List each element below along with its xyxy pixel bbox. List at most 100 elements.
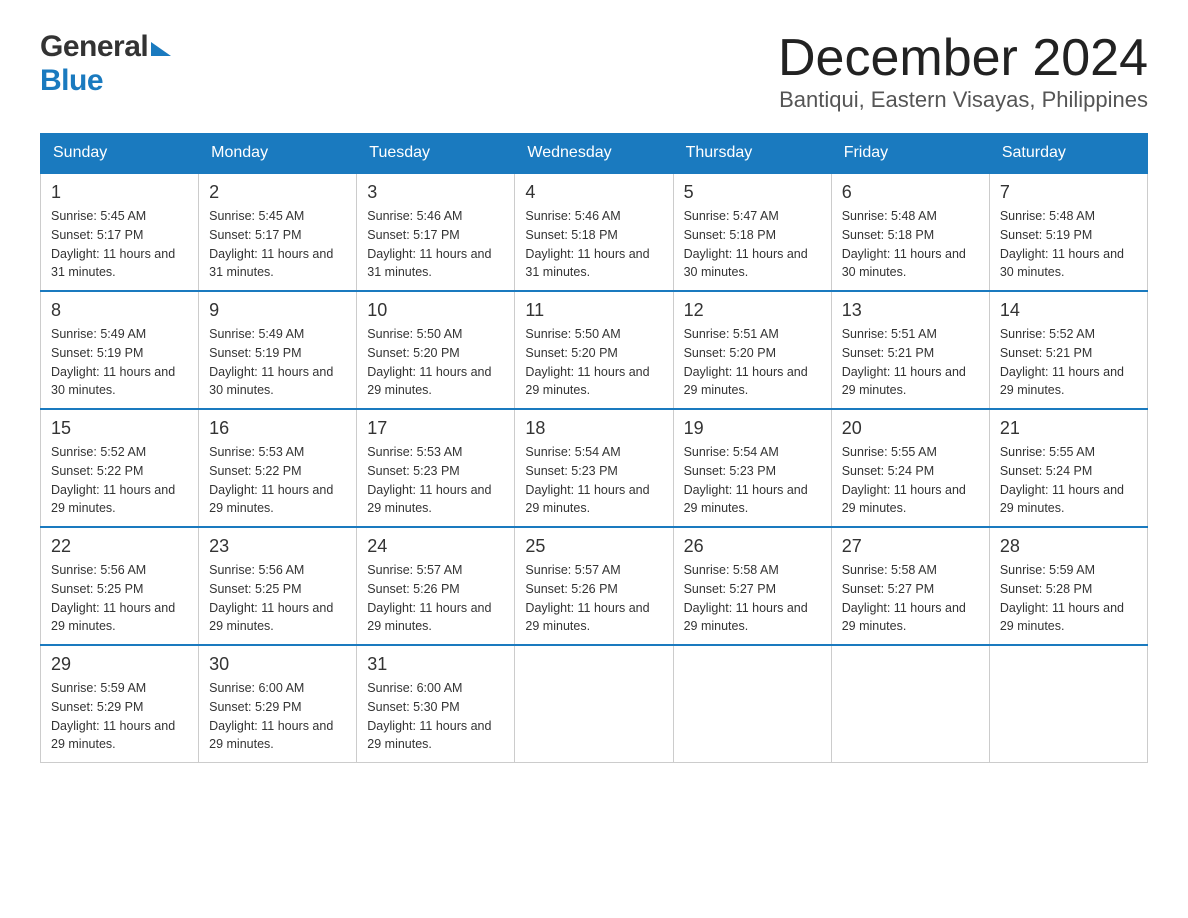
calendar-week-row: 8 Sunrise: 5:49 AM Sunset: 5:19 PM Dayli…: [41, 291, 1148, 409]
day-info: Sunrise: 5:57 AM Sunset: 5:26 PM Dayligh…: [367, 561, 504, 636]
day-number: 27: [842, 536, 979, 557]
day-number: 16: [209, 418, 346, 439]
day-info: Sunrise: 5:57 AM Sunset: 5:26 PM Dayligh…: [525, 561, 662, 636]
calendar-cell: 23 Sunrise: 5:56 AM Sunset: 5:25 PM Dayl…: [199, 527, 357, 645]
day-number: 20: [842, 418, 979, 439]
day-number: 9: [209, 300, 346, 321]
calendar-header-wednesday: Wednesday: [515, 134, 673, 174]
page-header: General Blue December 2024 Bantiqui, Eas…: [40, 30, 1148, 113]
calendar-header-monday: Monday: [199, 134, 357, 174]
calendar-cell: 13 Sunrise: 5:51 AM Sunset: 5:21 PM Dayl…: [831, 291, 989, 409]
day-number: 18: [525, 418, 662, 439]
calendar-cell: 24 Sunrise: 5:57 AM Sunset: 5:26 PM Dayl…: [357, 527, 515, 645]
calendar-cell: 20 Sunrise: 5:55 AM Sunset: 5:24 PM Dayl…: [831, 409, 989, 527]
day-info: Sunrise: 5:54 AM Sunset: 5:23 PM Dayligh…: [525, 443, 662, 518]
day-number: 10: [367, 300, 504, 321]
day-info: Sunrise: 5:54 AM Sunset: 5:23 PM Dayligh…: [684, 443, 821, 518]
day-info: Sunrise: 5:51 AM Sunset: 5:21 PM Dayligh…: [842, 325, 979, 400]
calendar-cell: 22 Sunrise: 5:56 AM Sunset: 5:25 PM Dayl…: [41, 527, 199, 645]
calendar-cell: 17 Sunrise: 5:53 AM Sunset: 5:23 PM Dayl…: [357, 409, 515, 527]
day-number: 14: [1000, 300, 1137, 321]
day-number: 23: [209, 536, 346, 557]
day-info: Sunrise: 5:59 AM Sunset: 5:28 PM Dayligh…: [1000, 561, 1137, 636]
calendar-subtitle: Bantiqui, Eastern Visayas, Philippines: [778, 87, 1148, 113]
day-info: Sunrise: 5:52 AM Sunset: 5:22 PM Dayligh…: [51, 443, 188, 518]
calendar-cell: 14 Sunrise: 5:52 AM Sunset: 5:21 PM Dayl…: [989, 291, 1147, 409]
day-number: 2: [209, 182, 346, 203]
calendar-cell: 29 Sunrise: 5:59 AM Sunset: 5:29 PM Dayl…: [41, 645, 199, 763]
calendar-cell: 31 Sunrise: 6:00 AM Sunset: 5:30 PM Dayl…: [357, 645, 515, 763]
calendar-week-row: 1 Sunrise: 5:45 AM Sunset: 5:17 PM Dayli…: [41, 173, 1148, 291]
day-number: 29: [51, 654, 188, 675]
day-info: Sunrise: 5:46 AM Sunset: 5:18 PM Dayligh…: [525, 207, 662, 282]
calendar-week-row: 22 Sunrise: 5:56 AM Sunset: 5:25 PM Dayl…: [41, 527, 1148, 645]
calendar-header-saturday: Saturday: [989, 134, 1147, 174]
calendar-cell: 6 Sunrise: 5:48 AM Sunset: 5:18 PM Dayli…: [831, 173, 989, 291]
day-info: Sunrise: 5:55 AM Sunset: 5:24 PM Dayligh…: [842, 443, 979, 518]
day-info: Sunrise: 6:00 AM Sunset: 5:30 PM Dayligh…: [367, 679, 504, 754]
day-number: 28: [1000, 536, 1137, 557]
calendar-cell: [989, 645, 1147, 763]
day-info: Sunrise: 5:53 AM Sunset: 5:22 PM Dayligh…: [209, 443, 346, 518]
day-info: Sunrise: 5:50 AM Sunset: 5:20 PM Dayligh…: [525, 325, 662, 400]
day-number: 12: [684, 300, 821, 321]
day-number: 21: [1000, 418, 1137, 439]
day-info: Sunrise: 5:52 AM Sunset: 5:21 PM Dayligh…: [1000, 325, 1137, 400]
calendar-cell: 10 Sunrise: 5:50 AM Sunset: 5:20 PM Dayl…: [357, 291, 515, 409]
calendar-cell: [831, 645, 989, 763]
day-info: Sunrise: 5:48 AM Sunset: 5:19 PM Dayligh…: [1000, 207, 1137, 282]
calendar-header-thursday: Thursday: [673, 134, 831, 174]
day-number: 22: [51, 536, 188, 557]
day-info: Sunrise: 5:47 AM Sunset: 5:18 PM Dayligh…: [684, 207, 821, 282]
day-info: Sunrise: 5:48 AM Sunset: 5:18 PM Dayligh…: [842, 207, 979, 282]
day-number: 25: [525, 536, 662, 557]
calendar-cell: 30 Sunrise: 6:00 AM Sunset: 5:29 PM Dayl…: [199, 645, 357, 763]
calendar-header-tuesday: Tuesday: [357, 134, 515, 174]
logo: General Blue: [40, 30, 171, 98]
calendar-cell: 4 Sunrise: 5:46 AM Sunset: 5:18 PM Dayli…: [515, 173, 673, 291]
day-number: 1: [51, 182, 188, 203]
calendar-cell: 1 Sunrise: 5:45 AM Sunset: 5:17 PM Dayli…: [41, 173, 199, 291]
calendar-cell: [673, 645, 831, 763]
day-info: Sunrise: 5:56 AM Sunset: 5:25 PM Dayligh…: [209, 561, 346, 636]
calendar-cell: 9 Sunrise: 5:49 AM Sunset: 5:19 PM Dayli…: [199, 291, 357, 409]
day-number: 8: [51, 300, 188, 321]
calendar-cell: 27 Sunrise: 5:58 AM Sunset: 5:27 PM Dayl…: [831, 527, 989, 645]
day-number: 6: [842, 182, 979, 203]
day-number: 31: [367, 654, 504, 675]
calendar-cell: 18 Sunrise: 5:54 AM Sunset: 5:23 PM Dayl…: [515, 409, 673, 527]
day-number: 3: [367, 182, 504, 203]
calendar-table: SundayMondayTuesdayWednesdayThursdayFrid…: [40, 133, 1148, 763]
day-info: Sunrise: 5:58 AM Sunset: 5:27 PM Dayligh…: [842, 561, 979, 636]
calendar-cell: 26 Sunrise: 5:58 AM Sunset: 5:27 PM Dayl…: [673, 527, 831, 645]
title-block: December 2024 Bantiqui, Eastern Visayas,…: [778, 30, 1148, 113]
day-info: Sunrise: 5:59 AM Sunset: 5:29 PM Dayligh…: [51, 679, 188, 754]
calendar-header-sunday: Sunday: [41, 134, 199, 174]
calendar-title: December 2024: [778, 30, 1148, 87]
logo-general-text: General: [40, 30, 148, 64]
calendar-week-row: 29 Sunrise: 5:59 AM Sunset: 5:29 PM Dayl…: [41, 645, 1148, 763]
calendar-cell: 3 Sunrise: 5:46 AM Sunset: 5:17 PM Dayli…: [357, 173, 515, 291]
day-number: 17: [367, 418, 504, 439]
day-info: Sunrise: 5:46 AM Sunset: 5:17 PM Dayligh…: [367, 207, 504, 282]
day-number: 30: [209, 654, 346, 675]
day-info: Sunrise: 5:51 AM Sunset: 5:20 PM Dayligh…: [684, 325, 821, 400]
day-info: Sunrise: 5:49 AM Sunset: 5:19 PM Dayligh…: [51, 325, 188, 400]
day-number: 11: [525, 300, 662, 321]
calendar-cell: 19 Sunrise: 5:54 AM Sunset: 5:23 PM Dayl…: [673, 409, 831, 527]
day-info: Sunrise: 5:55 AM Sunset: 5:24 PM Dayligh…: [1000, 443, 1137, 518]
day-number: 19: [684, 418, 821, 439]
day-number: 26: [684, 536, 821, 557]
day-info: Sunrise: 5:45 AM Sunset: 5:17 PM Dayligh…: [209, 207, 346, 282]
day-number: 4: [525, 182, 662, 203]
calendar-week-row: 15 Sunrise: 5:52 AM Sunset: 5:22 PM Dayl…: [41, 409, 1148, 527]
calendar-cell: 16 Sunrise: 5:53 AM Sunset: 5:22 PM Dayl…: [199, 409, 357, 527]
day-number: 24: [367, 536, 504, 557]
logo-arrow-icon: [151, 42, 171, 56]
day-info: Sunrise: 6:00 AM Sunset: 5:29 PM Dayligh…: [209, 679, 346, 754]
calendar-cell: 28 Sunrise: 5:59 AM Sunset: 5:28 PM Dayl…: [989, 527, 1147, 645]
calendar-cell: 8 Sunrise: 5:49 AM Sunset: 5:19 PM Dayli…: [41, 291, 199, 409]
day-number: 7: [1000, 182, 1137, 203]
calendar-cell: 12 Sunrise: 5:51 AM Sunset: 5:20 PM Dayl…: [673, 291, 831, 409]
day-info: Sunrise: 5:45 AM Sunset: 5:17 PM Dayligh…: [51, 207, 188, 282]
